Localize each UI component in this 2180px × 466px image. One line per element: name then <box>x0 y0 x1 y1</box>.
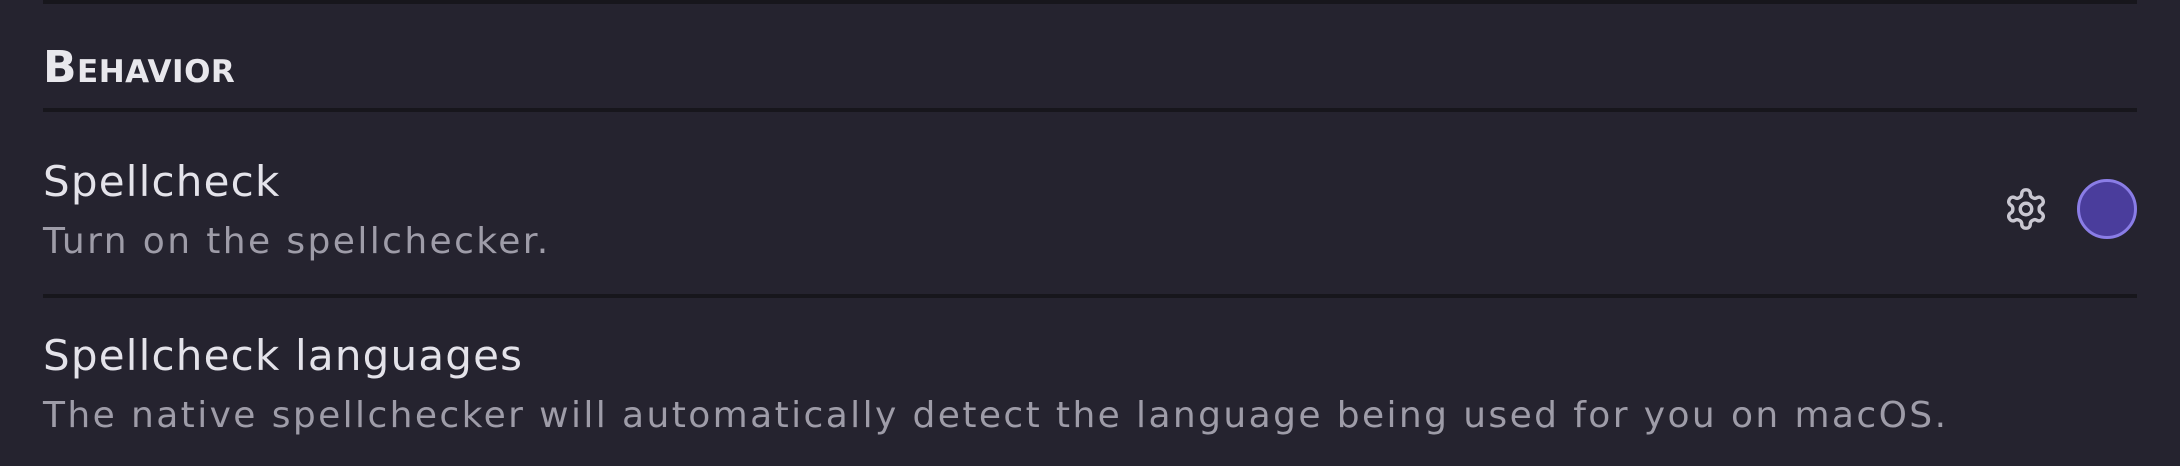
top-divider <box>43 0 2137 4</box>
settings-panel: Behavior Spellcheck Turn on the spellche… <box>0 0 2180 466</box>
setting-description: The native spellchecker will automatical… <box>43 395 1949 436</box>
setting-item-spellcheck-languages: Spellcheck languages The native spellche… <box>43 298 2137 466</box>
setting-name: Spellcheck languages <box>43 331 524 380</box>
spellcheck-toggle[interactable] <box>2077 179 2137 239</box>
setting-name: Spellcheck <box>43 157 281 206</box>
setting-description: Turn on the spellchecker. <box>43 221 551 262</box>
setting-controls <box>1999 176 2137 242</box>
gear-icon[interactable] <box>1999 182 2053 236</box>
setting-item-spellcheck: Spellcheck Turn on the spellchecker. <box>43 112 2137 294</box>
section-heading: Behavior <box>43 42 236 93</box>
